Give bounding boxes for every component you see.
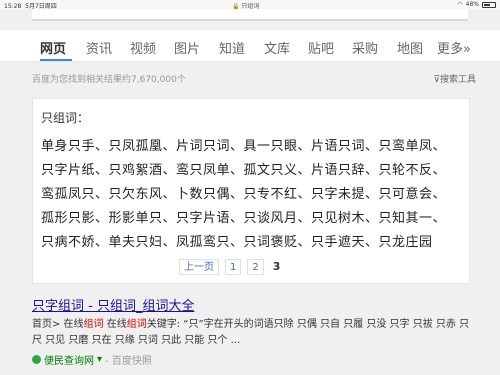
tab-zhidao[interactable]: 知道 [219, 38, 245, 57]
chevron-down-icon[interactable]: ▾ [97, 354, 102, 365]
battery-percent: 48% [465, 1, 479, 8]
tab-video[interactable]: 视频 [130, 38, 156, 57]
tab-tieba[interactable]: 贴吧 [308, 38, 334, 57]
status-right: ◠ 48% [457, 1, 496, 8]
source-name-link[interactable]: 便民查询网 [44, 352, 94, 367]
search-tools-button[interactable]: ⊽搜索工具 [433, 72, 476, 85]
nav-tabs: 网页 资讯 视频 图片 知道 文库 贴吧 采购 地图 更多» [0, 30, 500, 62]
word-row: 鸾孤凤只、只欠东风、卜数只偶、只专不红、只字未提、只可意会、 [41, 187, 447, 202]
tab-images[interactable]: 图片 [174, 38, 200, 57]
active-tab-indicator [40, 59, 72, 61]
tab-news[interactable]: 资讯 [86, 38, 112, 57]
current-page: 3 [272, 260, 281, 273]
word-row: 单身只手、只凤孤凰、片词只词、具一只眼、片语只词、只鸾单凤、 [41, 139, 447, 154]
cache-link[interactable]: - 百度快照 [105, 352, 152, 367]
filter-icon: ⊽ [433, 75, 440, 85]
word-row: 只字片纸、只鸡絮酒、鸾只凤单、孤文只义、片语只辞、只轮不反、 [41, 163, 447, 178]
word-panel: 只组词： 单身只手、只凤孤凰、片词只词、具一只眼、片语只词、只鸾单凤、 只字片纸… [32, 98, 470, 284]
status-bar: 15:28 5月7日周四 🔒 只组词 ◠ 48% [0, 0, 500, 10]
result-source: 便民查询网 ▾ - 百度快照 [32, 352, 152, 367]
pagination: 上一页 1 2 3 [179, 258, 283, 275]
result-snippet: 首页> 在线组词 在线组词关键字: “只”字在开头的词语只除 只偶 只自 只履 … [32, 319, 470, 346]
search-box[interactable] [32, 9, 468, 21]
page-2-button[interactable]: 2 [247, 258, 264, 275]
source-site-icon [32, 355, 41, 364]
word-row: 孤形只影、形影单只、只字片语、只谈风月、只见树木、只知其一、 [41, 211, 447, 226]
panel-title: 只组词： [41, 111, 90, 125]
tab-purchase[interactable]: 采购 [352, 38, 378, 57]
word-row: 只病不娇、单夫只妇、凤孤鸾只、只词褒贬、只手遮天、只龙庄园 [41, 235, 433, 250]
tab-map[interactable]: 地图 [397, 38, 423, 57]
tab-web[interactable]: 网页 [40, 38, 66, 57]
tab-more[interactable]: 更多» [437, 38, 471, 57]
tab-wenku[interactable]: 文库 [264, 38, 290, 57]
wifi-icon: ◠ [457, 1, 463, 8]
result-count: 百度为您找到相关结果约7,670,000个 [32, 75, 186, 85]
prev-page-button[interactable]: 上一页 [179, 258, 219, 275]
battery-icon [482, 1, 496, 8]
result-title-link[interactable]: 只字组词 - 只组词_组词大全 [32, 295, 194, 314]
page-1-button[interactable]: 1 [225, 258, 242, 275]
